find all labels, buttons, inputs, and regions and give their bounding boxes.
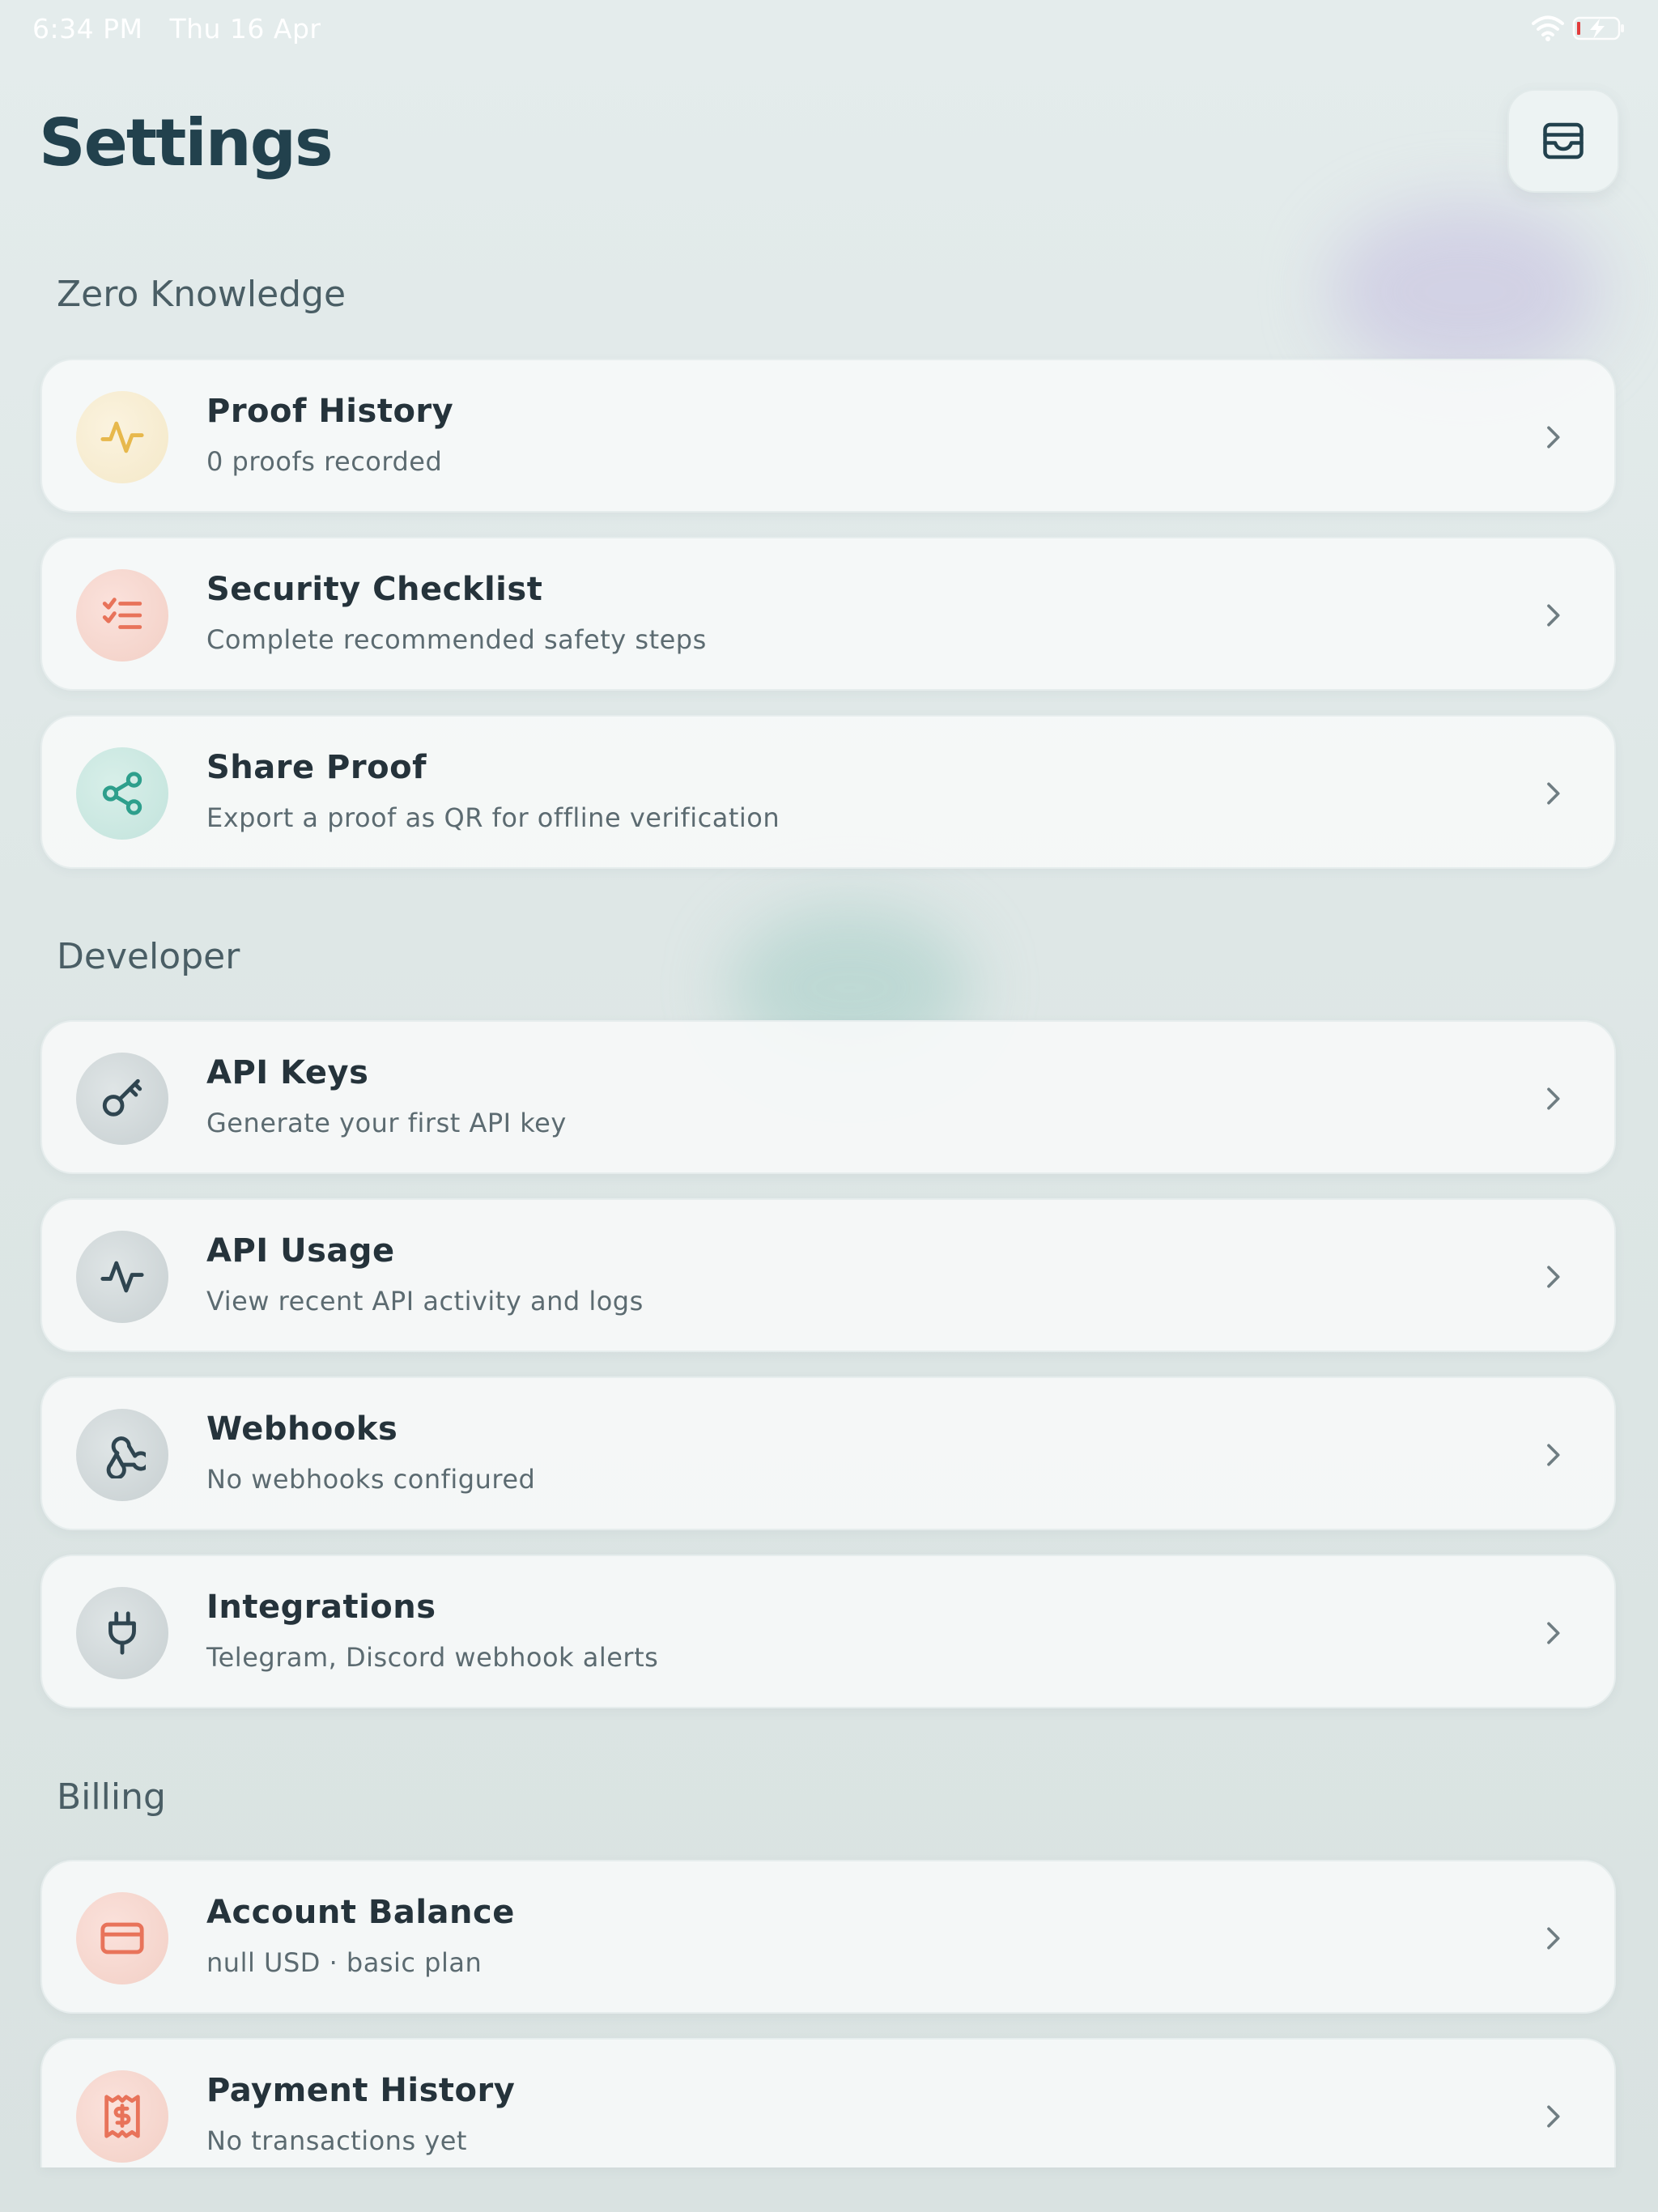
icon-badge (76, 1587, 168, 1679)
settings-item-share-proof[interactable]: Share Proof Export a proof as QR for off… (40, 715, 1616, 869)
status-bar: 6:34 PM Thu 16 Apr (0, 0, 1658, 60)
checklist-icon (102, 598, 142, 629)
activity-icon (100, 421, 144, 453)
activity-icon (100, 1261, 144, 1293)
settings-item-api-keys[interactable]: API Keys Generate your first API key (40, 1020, 1616, 1174)
status-date: Thu 16 Apr (169, 13, 321, 45)
settings-item-proof-history[interactable]: Proof History 0 proofs recorded (40, 359, 1616, 513)
section-title-developer: Developer (57, 936, 240, 977)
section-title-billing: Billing (57, 1776, 166, 1818)
archive-box-icon (1543, 122, 1584, 160)
icon-badge (76, 1053, 168, 1145)
chevron-right-icon (1547, 2105, 1560, 2128)
icon-badge (76, 2070, 168, 2163)
item-subtitle: No webhooks configured (206, 1464, 536, 1495)
archive-button[interactable] (1507, 89, 1619, 193)
share-icon (102, 772, 142, 815)
battery-charging-icon (1572, 16, 1624, 40)
plug-icon (108, 1611, 136, 1655)
chevron-right-icon (1547, 1266, 1560, 1288)
chevron-right-icon (1547, 426, 1560, 449)
item-label: Security Checklist (206, 571, 543, 608)
item-label: API Usage (206, 1232, 395, 1270)
item-subtitle: Telegram, Discord webhook alerts (206, 1642, 659, 1673)
chevron-right-icon (1547, 1444, 1560, 1466)
item-subtitle: Generate your first API key (206, 1108, 567, 1138)
status-clock: 6:34 PM (32, 13, 143, 45)
status-indicators (1532, 15, 1626, 42)
chevron-right-icon (1547, 604, 1560, 627)
icon-badge (76, 1892, 168, 1984)
chevron-right-icon (1547, 1087, 1560, 1110)
chevron-right-icon (1547, 1622, 1560, 1644)
item-subtitle: View recent API activity and logs (206, 1286, 644, 1317)
wifi-icon (1532, 15, 1564, 41)
item-subtitle: Complete recommended safety steps (206, 624, 707, 655)
status-time: 6:34 PM Thu 16 Apr (32, 13, 321, 45)
settings-item-webhooks[interactable]: Webhooks No webhooks configured (40, 1376, 1616, 1530)
item-subtitle: No transactions yet (206, 2125, 467, 2156)
item-label: Proof History (206, 393, 454, 430)
item-label: Webhooks (206, 1410, 398, 1448)
icon-badge (76, 747, 168, 840)
settings-item-api-usage[interactable]: API Usage View recent API activity and l… (40, 1198, 1616, 1352)
item-label: Integrations (206, 1589, 436, 1626)
settings-item-integrations[interactable]: Integrations Telegram, Discord webhook a… (40, 1555, 1616, 1708)
receipt-icon (104, 2095, 140, 2138)
credit-card-icon (100, 1922, 144, 1955)
settings-item-account-balance[interactable]: Account Balance null USD · basic plan (40, 1860, 1616, 2014)
icon-badge (76, 1231, 168, 1323)
chevron-right-icon (1547, 782, 1560, 805)
item-label: Payment History (206, 2072, 516, 2109)
item-subtitle: null USD · basic plan (206, 1947, 483, 1978)
icon-badge (76, 391, 168, 483)
key-icon (102, 1078, 142, 1117)
item-label: API Keys (206, 1054, 369, 1091)
settings-item-security-checklist[interactable]: Security Checklist Complete recommended … (40, 537, 1616, 691)
item-subtitle: Export a proof as QR for offline verific… (206, 802, 780, 833)
settings-item-payment-history[interactable]: Payment History No transactions yet (40, 2038, 1616, 2167)
icon-badge (76, 1409, 168, 1501)
icon-badge (76, 569, 168, 661)
webhook-icon (106, 1436, 146, 1478)
chevron-right-icon (1547, 1927, 1560, 1950)
item-label: Account Balance (206, 1894, 515, 1931)
section-title-zero-knowledge: Zero Knowledge (57, 274, 346, 315)
item-label: Share Proof (206, 749, 427, 786)
page-title: Settings (39, 105, 334, 181)
item-subtitle: 0 proofs recorded (206, 446, 443, 477)
